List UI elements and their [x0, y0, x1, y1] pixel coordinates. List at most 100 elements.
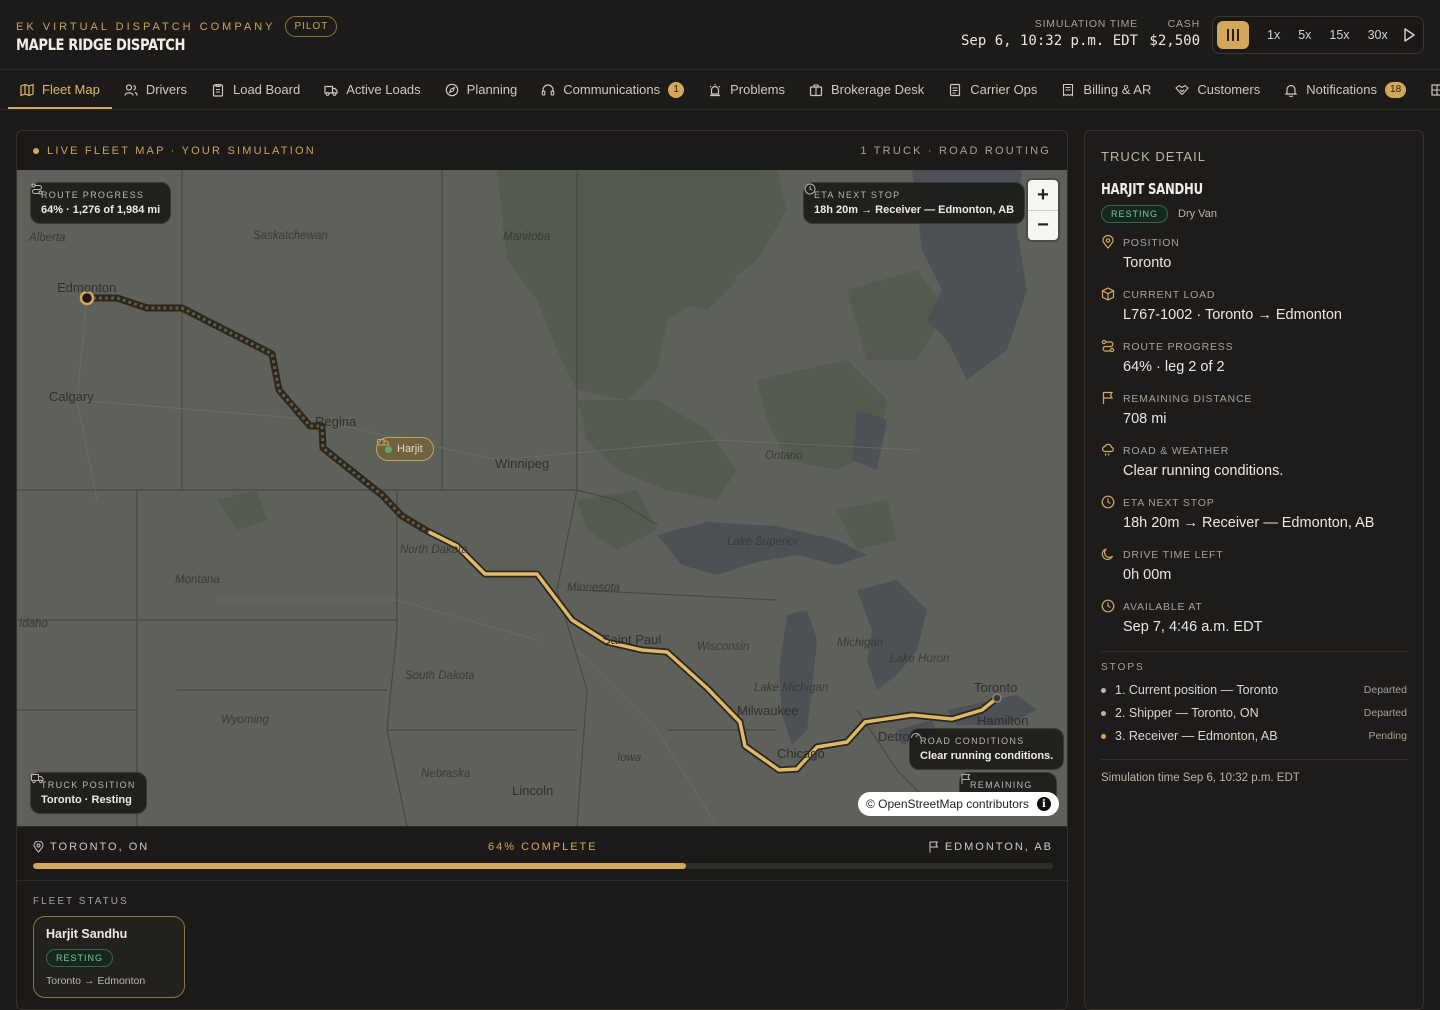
eta-label: ETA NEXT STOP	[814, 190, 901, 200]
route-icon	[31, 183, 43, 195]
clock-icon	[1101, 599, 1115, 613]
truck-marker[interactable]: Harjit	[376, 437, 434, 461]
info-icon[interactable]: i	[1036, 797, 1051, 811]
stop-status: Departed	[1363, 684, 1407, 696]
tab-customers[interactable]: Customers	[1163, 70, 1272, 109]
detail-row-road-weather: ROAD & WEATHER Clear running conditions.	[1101, 441, 1407, 493]
detail-value: 18h 20m → Receiver — Edmonton, AB	[1123, 515, 1375, 531]
map-label: Saskatchewan	[253, 230, 328, 242]
tab-label: Carrier Ops	[970, 82, 1038, 97]
cash-label: CASH	[1167, 18, 1200, 30]
detail-label: DRIVE TIME LEFT	[1123, 549, 1224, 561]
flag-icon	[961, 774, 971, 784]
tab-planning[interactable]: Planning	[433, 70, 530, 109]
notifications-count-badge: 18	[1385, 81, 1407, 98]
live-indicator-dot	[33, 147, 39, 154]
detail-row-available-at: AVAILABLE AT Sep 7, 4:46 a.m. EDT	[1101, 597, 1407, 649]
detail-value: 0h 00m	[1123, 567, 1172, 583]
building-icon	[809, 83, 823, 96]
users-icon	[124, 83, 138, 96]
map-label: Chicago	[777, 746, 825, 761]
detail-value: L767-1002 · Toronto → Edmonton	[1123, 307, 1342, 323]
tab-label: Planning	[466, 82, 518, 97]
tab-billing-ar[interactable]: Billing & AR	[1049, 70, 1163, 109]
map-label: Milwaukee	[737, 703, 799, 718]
map-label: North Dakota	[400, 544, 468, 556]
origin-marker[interactable]	[992, 693, 1002, 703]
tab-active-loads[interactable]: Active Loads	[312, 70, 432, 109]
tab-communications[interactable]: Communications 1	[529, 70, 696, 109]
play-icon[interactable]	[1403, 28, 1415, 42]
map-attribution[interactable]: © OpenStreetMap contributors i	[858, 792, 1059, 816]
tab-load-board[interactable]: Load Board	[199, 70, 312, 109]
clipboard-icon	[212, 83, 224, 97]
tab-label: Brokerage Desk	[831, 82, 925, 97]
eta-value: 18h 20m → Receiver — Edmonton, AB	[814, 204, 1015, 216]
communications-count-badge: 1	[668, 81, 685, 98]
stop-dot	[1101, 710, 1106, 716]
headset-icon	[542, 83, 555, 96]
map-label: Manitoba	[503, 231, 551, 243]
tab-problems[interactable]: Problems	[696, 70, 797, 109]
panel-title: TRUCK DETAIL	[1101, 149, 1206, 164]
tab-brokerage-desk[interactable]: Brokerage Desk	[797, 70, 936, 109]
pin-icon	[1102, 235, 1114, 249]
tab-label: Communications	[563, 82, 661, 97]
speed-30x-button[interactable]: 30x	[1368, 28, 1388, 42]
receipt-icon	[1063, 83, 1074, 97]
map-label: Nebraska	[421, 768, 471, 780]
simulation-time-block: SIMULATION TIME Sep 6, 10:32 p.m. EDT	[958, 18, 1138, 49]
route-icon	[1101, 339, 1115, 353]
map-label: Montana	[175, 574, 220, 586]
stop-item[interactable]: 2. Shipper — Toronto, ON Departed	[1101, 702, 1407, 724]
detail-row-drive-time-left: DRIVE TIME LEFT 0h 00m	[1101, 545, 1407, 597]
routing-summary: 1 TRUCK · ROAD ROUTING	[860, 144, 1051, 157]
tab-carrier-ops[interactable]: Carrier Ops	[936, 70, 1049, 109]
tab-notifications[interactable]: Notifications 18	[1272, 70, 1418, 109]
map-label: Calgary	[49, 389, 94, 404]
gauge-icon	[911, 733, 921, 739]
driver-name: Harjit Sandhu	[46, 927, 128, 941]
zoom-in-button[interactable]: +	[1028, 180, 1058, 210]
tab-fleet-map[interactable]: Fleet Map	[8, 70, 112, 109]
zoom-out-button[interactable]: −	[1028, 210, 1058, 240]
tab-label: Load Board	[232, 82, 301, 97]
map-label: Lake Michigan	[754, 682, 829, 694]
detail-label: ETA NEXT STOP	[1123, 497, 1215, 509]
route-progress-bar-row: TORONTO, ON 64% COMPLETE EDMONTON, AB	[17, 826, 1067, 881]
road-conditions-label: ROAD CONDITIONS	[920, 736, 1025, 746]
remaining-label: REMAINING	[970, 780, 1033, 790]
pilot-badge: PILOT	[285, 16, 338, 37]
zoom-control: + −	[1028, 180, 1058, 240]
tab-overflow[interactable]	[1418, 70, 1440, 109]
app-title: MAPLE RIDGE DISPATCH	[16, 35, 186, 54]
stop-item[interactable]: 3. Receiver — Edmonton, AB Pending	[1101, 725, 1407, 747]
map-label: Regina	[315, 414, 357, 429]
detail-value: Sep 7, 4:46 a.m. EDT	[1123, 619, 1263, 635]
truck-position-value: Toronto · Resting	[41, 794, 132, 806]
speed-5x-button[interactable]: 5x	[1298, 28, 1311, 42]
detail-value: 64% · leg 2 of 2	[1123, 359, 1225, 375]
status-badge: RESTING	[46, 949, 114, 967]
speed-15x-button[interactable]: 15x	[1329, 28, 1349, 42]
progress-fill	[33, 863, 686, 869]
map-label: Toronto	[974, 680, 1018, 695]
equipment-type: Dry Van	[1178, 208, 1217, 220]
map-label: Iowa	[617, 752, 642, 764]
detail-row-remaining-distance: REMAINING DISTANCE 708 mi	[1101, 389, 1407, 441]
clock-icon	[1101, 495, 1115, 509]
fleet-driver-card[interactable]: Harjit Sandhu RESTING Toronto → Edmonton	[33, 916, 185, 998]
detail-label: REMAINING DISTANCE	[1123, 393, 1253, 405]
simulation-speed-control: 1x 5x 15x 30x	[1212, 16, 1424, 54]
truck-marker-label: Harjit	[397, 443, 423, 455]
speed-1x-button[interactable]: 1x	[1267, 28, 1280, 42]
tab-label: Notifications	[1306, 82, 1378, 97]
eta-card: ETA NEXT STOP 18h 20m → Receiver — Edmon…	[803, 182, 1026, 224]
pause-button[interactable]	[1217, 21, 1249, 49]
map-canvas[interactable]: Alberta Saskatchewan Manitoba Edmonton C…	[17, 170, 1067, 826]
tab-drivers[interactable]: Drivers	[112, 70, 199, 109]
live-fleet-map-label: LIVE FLEET MAP · YOUR SIMULATION	[33, 145, 316, 157]
map-label: Lake Superior	[727, 536, 799, 548]
stop-item[interactable]: 1. Current position — Toronto Departed	[1101, 679, 1407, 701]
truck-position-card: TRUCK POSITION Toronto · Resting	[30, 772, 147, 814]
